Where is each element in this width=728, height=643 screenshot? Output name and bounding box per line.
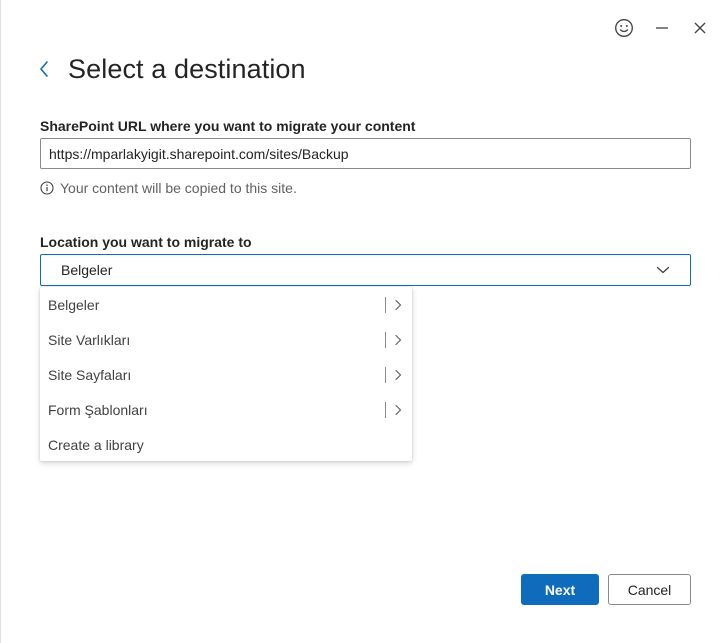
expand-option-button[interactable] <box>385 366 402 383</box>
next-button[interactable]: Next <box>521 574 599 605</box>
window-controls <box>612 16 712 40</box>
option-divider <box>385 331 386 348</box>
info-icon <box>40 181 54 195</box>
dropdown-option-belgeler[interactable]: Belgeler <box>40 287 412 322</box>
dropdown-option-site-varliklari[interactable]: Site Varlıkları <box>40 322 412 357</box>
chevron-down-icon <box>656 265 670 275</box>
chevron-right-icon <box>395 369 402 380</box>
url-hint-text: Your content will be copied to this site… <box>60 180 297 196</box>
window-left-border <box>0 0 1 643</box>
option-divider <box>385 296 386 313</box>
dropdown-option-label: Site Sayfaları <box>48 366 132 383</box>
expand-option-button[interactable] <box>385 296 402 313</box>
dropdown-option-label: Site Varlıkları <box>48 331 131 348</box>
dropdown-option-label: Belgeler <box>48 296 100 313</box>
back-button[interactable] <box>38 52 54 86</box>
location-dropdown[interactable]: Belgeler <box>40 254 691 286</box>
feedback-smiley-icon[interactable] <box>612 16 636 40</box>
chevron-right-icon <box>395 404 402 415</box>
dropdown-option-form-sablonlari[interactable]: Form Şablonları <box>40 392 412 427</box>
dropdown-option-create-library[interactable]: Create a library <box>40 427 412 462</box>
page-title: Select a destination <box>68 53 306 84</box>
url-label: SharePoint URL where you want to migrate… <box>40 118 416 134</box>
option-divider <box>385 366 386 383</box>
chevron-right-icon <box>395 334 402 345</box>
location-dropdown-list: Belgeler Site Varlıkları Site Sayfaları … <box>40 287 412 461</box>
close-icon[interactable] <box>688 16 712 40</box>
chevron-left-icon <box>40 61 48 77</box>
cancel-button[interactable]: Cancel <box>608 574 691 605</box>
page-header: Select a destination <box>38 52 306 86</box>
location-selected-value: Belgeler <box>61 262 113 278</box>
location-label: Location you want to migrate to <box>40 234 252 250</box>
dropdown-option-label: Create a library <box>48 436 144 453</box>
option-divider <box>385 401 386 418</box>
expand-option-button[interactable] <box>385 401 402 418</box>
url-hint: Your content will be copied to this site… <box>40 180 297 196</box>
minimize-icon[interactable] <box>650 16 674 40</box>
sharepoint-url-input[interactable] <box>40 138 691 169</box>
dropdown-option-site-sayfalari[interactable]: Site Sayfaları <box>40 357 412 392</box>
chevron-right-icon <box>395 299 402 310</box>
expand-option-button[interactable] <box>385 331 402 348</box>
dropdown-option-label: Form Şablonları <box>48 401 148 418</box>
